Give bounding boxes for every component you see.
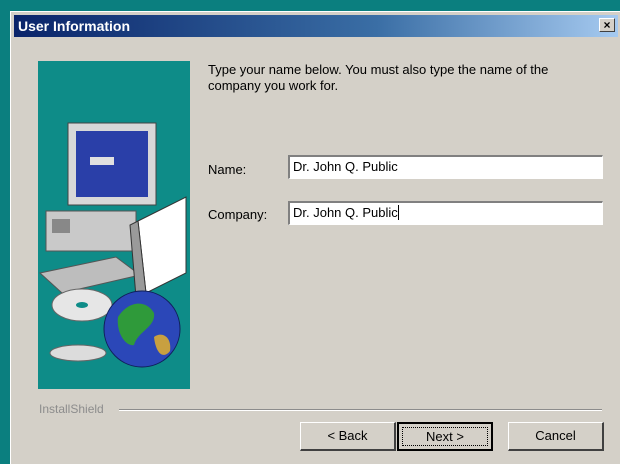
company-input[interactable]: Dr. John Q. Public — [288, 201, 603, 225]
focus-rectangle — [402, 427, 488, 446]
close-button[interactable]: × — [599, 18, 615, 32]
user-information-dialog: User Information × Type your name below.… — [10, 11, 620, 464]
cancel-button[interactable]: Cancel — [508, 422, 604, 451]
back-button-label: < Back — [327, 428, 368, 443]
company-input-value: Dr. John Q. Public — [293, 205, 398, 220]
back-button[interactable]: < Back — [300, 422, 396, 451]
cancel-button-label: Cancel — [535, 428, 576, 443]
name-label: Name: — [208, 162, 247, 177]
company-label: Company: — [208, 207, 268, 222]
title-bar[interactable]: User Information × — [14, 15, 618, 37]
window-title: User Information — [18, 18, 131, 34]
desktop-background: User Information × Type your name below.… — [0, 0, 620, 464]
instructions-text: Type your name below. You must also type… — [208, 62, 549, 93]
footer-divider — [119, 409, 602, 411]
name-input[interactable]: Dr. John Q. Public — [288, 155, 603, 179]
installshield-brand: InstallShield — [39, 402, 104, 416]
close-icon: × — [603, 18, 611, 32]
setup-illustration — [38, 61, 190, 389]
computer-globe-cd-icon — [38, 122, 187, 368]
next-button[interactable]: Next > — [397, 422, 493, 451]
name-input-value: Dr. John Q. Public — [293, 159, 398, 174]
text-caret — [397, 205, 399, 220]
